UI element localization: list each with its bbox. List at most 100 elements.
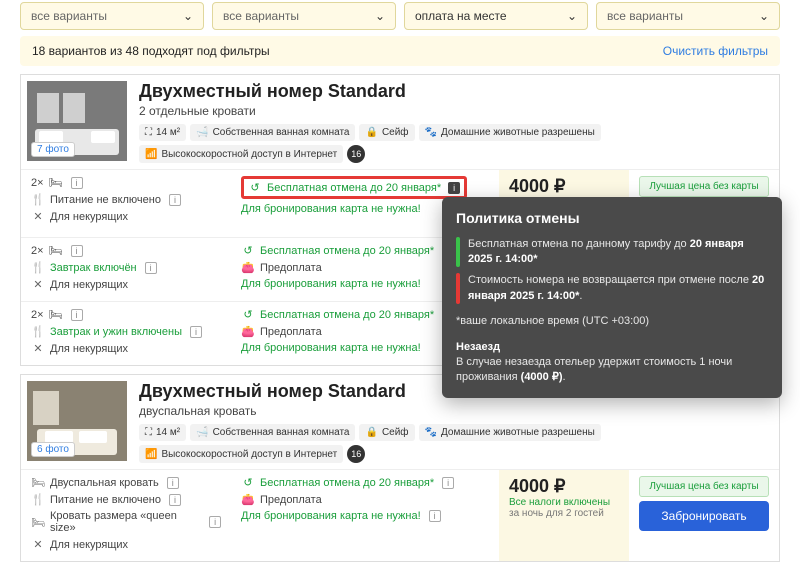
room-info: Двухместный номер Standard 2 отдельные к… [139, 81, 773, 163]
amenity-age-badge: 16 [347, 445, 365, 463]
amenity-wifi: 📶Высокоскоростной доступ в Интернет [139, 445, 343, 463]
amenity-bathroom: 🛁Собственная ванная комната [190, 124, 355, 141]
paw-icon: 🐾 [425, 427, 437, 438]
amenities-row: ⛶14 м² 🛁Собственная ванная комната 🔒Сейф… [139, 124, 773, 163]
free-cancel-line: ↺Бесплатная отмена до 20 января* [248, 181, 441, 194]
meal-line: 🍴Завтрак включёнi [31, 261, 221, 274]
filter-label: все варианты [31, 9, 107, 23]
info-icon[interactable]: i [169, 194, 181, 206]
photo-count-badge[interactable]: 7 фото [31, 142, 75, 157]
bath-icon: 🛁 [196, 427, 208, 438]
clear-filters-link[interactable]: Очистить фильтры [663, 44, 768, 58]
chevron-down-icon: ⌄ [759, 9, 769, 23]
room-card: 6 фото Двухместный номер Standard двуспа… [20, 374, 780, 562]
green-bar-icon [456, 237, 460, 268]
meal-line: 🍴Завтрак и ужин включеныi [31, 325, 221, 338]
chevron-down-icon: ⌄ [567, 9, 577, 23]
cutlery-icon: 🍴 [31, 325, 45, 338]
info-icon[interactable]: i [71, 245, 83, 257]
tooltip-noshow-heading: Незаезд [456, 341, 500, 353]
red-bar-icon [456, 273, 460, 304]
info-icon[interactable]: i [209, 516, 221, 528]
meal-line: 🍴Питание не включеноi [31, 493, 221, 506]
amenity-safe: 🔒Сейф [359, 124, 414, 141]
prepay-line: 👛Предоплата [241, 493, 489, 506]
price-tax-note: Все налоги включены [509, 497, 619, 508]
bed-size-line: 🛏Кровать размера «queen size»i [31, 510, 221, 534]
meal-line: 🍴Питание не включеноi [31, 193, 221, 206]
price-amount: 4000 ₽ [509, 176, 619, 197]
highlighted-cancel-policy: ↺Бесплатная отмена до 20 января* i [241, 176, 467, 199]
filter-label: все варианты [223, 9, 299, 23]
free-cancel-line: ↺Бесплатная отмена до 20 января*i [241, 476, 489, 489]
filter-dropdown-4[interactable]: все варианты ⌄ [596, 2, 780, 30]
no-card-line: Для бронирования карта не нужна!i [241, 510, 489, 522]
area-icon: ⛶ [145, 127, 152, 138]
no-smoking-icon: ✕ [31, 342, 45, 355]
cutlery-icon: 🍴 [31, 261, 45, 274]
chevron-down-icon: ⌄ [375, 9, 385, 23]
bed-icon: 🛏 [49, 308, 63, 321]
wallet-icon: 👛 [241, 325, 255, 338]
beds-line: 2×🛏i [31, 244, 221, 257]
book-button[interactable]: Забронировать [639, 501, 769, 531]
undo-icon: ↺ [241, 308, 255, 321]
undo-icon: ↺ [241, 476, 255, 489]
info-icon[interactable]: i [71, 309, 83, 321]
bath-icon: 🛁 [196, 127, 208, 138]
amenity-age-badge: 16 [347, 145, 365, 163]
price-per-night: за ночь для 2 гостей [509, 508, 619, 519]
filter-label: все варианты [607, 9, 683, 23]
wallet-icon: 👛 [241, 261, 255, 274]
bed-icon: 🛏 [31, 516, 45, 529]
area-icon: ⛶ [145, 427, 152, 438]
price-amount: 4000 ₽ [509, 476, 619, 497]
amenity-area: ⛶14 м² [139, 124, 186, 141]
best-price-badge: Лучшая цена без карты [639, 476, 769, 497]
no-smoking-icon: ✕ [31, 210, 45, 223]
wifi-icon: 📶 [145, 149, 157, 160]
room-thumbnail[interactable]: 7 фото [27, 81, 127, 161]
tooltip-timezone: *ваше локальное время (UTC +03:00) [456, 314, 768, 329]
filter-dropdown-2[interactable]: все варианты ⌄ [212, 2, 396, 30]
room-thumbnail[interactable]: 6 фото [27, 381, 127, 461]
tooltip-free-cancel: Бесплатная отмена по данному тарифу до 2… [456, 237, 768, 268]
info-icon[interactable]: i [448, 182, 460, 194]
paw-icon: 🐾 [425, 127, 437, 138]
info-icon[interactable]: i [167, 477, 179, 489]
amenity-area: ⛶14 м² [139, 424, 186, 441]
wallet-icon: 👛 [241, 493, 255, 506]
wifi-icon: 📶 [145, 449, 157, 460]
smoking-line: ✕Для некурящих [31, 538, 221, 551]
info-icon[interactable]: i [145, 262, 157, 274]
photo-count-badge[interactable]: 6 фото [31, 442, 75, 457]
info-icon[interactable]: i [442, 477, 454, 489]
results-count: 18 вариантов из 48 подходят под фильтры [32, 44, 270, 58]
best-price-badge: Лучшая цена без карты [639, 176, 769, 197]
chevron-down-icon: ⌄ [183, 9, 193, 23]
beds-line: 2×🛏i [31, 176, 221, 189]
amenity-pets: 🐾Домашние животные разрешены [419, 124, 601, 141]
undo-icon: ↺ [248, 181, 262, 194]
amenity-bathroom: 🛁Собственная ванная комната [190, 424, 355, 441]
no-smoking-icon: ✕ [31, 278, 45, 291]
bed-icon: 🛏 [49, 244, 63, 257]
filter-label: оплата на месте [415, 9, 507, 23]
room-title: Двухместный номер Standard [139, 81, 773, 102]
safe-icon: 🔒 [365, 127, 377, 138]
info-icon[interactable]: i [71, 177, 83, 189]
info-icon[interactable]: i [190, 326, 202, 338]
filter-dropdown-1[interactable]: все варианты ⌄ [20, 2, 204, 30]
beds-line: 2×🛏i [31, 308, 221, 321]
results-summary-bar: 18 вариантов из 48 подходят под фильтры … [20, 36, 780, 66]
cancellation-policy-tooltip: Политика отмены Бесплатная отмена по дан… [442, 197, 782, 398]
smoking-line: ✕Для некурящих [31, 210, 221, 223]
cutlery-icon: 🍴 [31, 493, 45, 506]
info-icon[interactable]: i [429, 510, 441, 522]
bed-icon: 🛏 [49, 176, 63, 189]
filter-dropdown-3[interactable]: оплата на месте ⌄ [404, 2, 588, 30]
amenity-pets: 🐾Домашние животные разрешены [419, 424, 601, 441]
bed-icon: 🛏 [31, 476, 45, 489]
info-icon[interactable]: i [169, 494, 181, 506]
smoking-line: ✕Для некурящих [31, 278, 221, 291]
